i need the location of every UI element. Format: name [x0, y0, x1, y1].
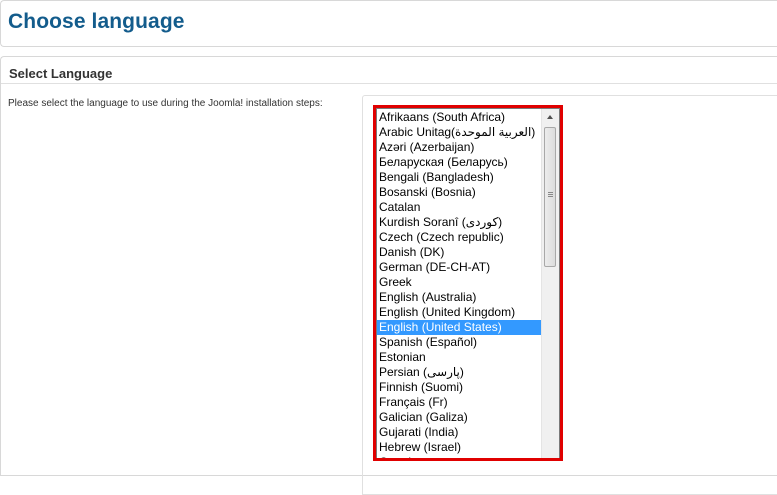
language-listbox[interactable]: Afrikaans (South Africa) Arabic Unitag(ال…: [376, 108, 560, 458]
language-listbox-highlight: Afrikaans (South Africa) Arabic Unitag(ال…: [373, 105, 563, 461]
language-option[interactable]: Persian (پارسی): [377, 365, 541, 380]
section-title: Select Language: [9, 66, 113, 81]
language-option[interactable]: Bengali (Bangladesh): [377, 170, 541, 185]
page-title: Choose language: [8, 10, 185, 33]
language-option[interactable]: German (DE-CH-AT): [377, 260, 541, 275]
language-option[interactable]: English (United States): [377, 320, 541, 335]
language-options: Afrikaans (South Africa) Arabic Unitag(ال…: [377, 110, 541, 458]
language-option[interactable]: Arabic Unitag(العربية الموحدة): [377, 125, 541, 140]
language-option[interactable]: Spanish (Español): [377, 335, 541, 350]
language-option[interactable]: Беларуская (Беларусь): [377, 155, 541, 170]
language-option[interactable]: Czech (Czech republic): [377, 230, 541, 245]
language-option[interactable]: Danish (DK): [377, 245, 541, 260]
section-header: Select Language: [1, 57, 777, 84]
language-option[interactable]: Hebrew (Israel): [377, 440, 541, 455]
language-option[interactable]: Gujarati (India): [377, 425, 541, 440]
language-option[interactable]: Galician (Galiza): [377, 410, 541, 425]
language-option[interactable]: Greek: [377, 275, 541, 290]
scroll-thumb[interactable]: [544, 127, 556, 267]
language-option[interactable]: Catalan: [377, 200, 541, 215]
language-option[interactable]: Bosanski (Bosnia): [377, 185, 541, 200]
language-option[interactable]: Azəri (Azerbaijan): [377, 140, 541, 155]
language-option[interactable]: English (United Kingdom): [377, 305, 541, 320]
language-option[interactable]: Afrikaans (South Africa): [377, 110, 541, 125]
language-option[interactable]: English (Australia): [377, 290, 541, 305]
listbox-scrollbar[interactable]: [541, 109, 559, 458]
title-bar: Choose language: [0, 0, 777, 47]
language-option[interactable]: Finnish (Suomi): [377, 380, 541, 395]
instructions-text: Please select the language to use during…: [8, 98, 323, 109]
language-option[interactable]: Estonian: [377, 350, 541, 365]
scroll-up-arrow-icon[interactable]: [542, 109, 559, 126]
language-option[interactable]: Kurdish Soranî (کوردی): [377, 215, 541, 230]
language-option[interactable]: Français (Fr): [377, 395, 541, 410]
language-option[interactable]: Croatian: [377, 455, 541, 458]
